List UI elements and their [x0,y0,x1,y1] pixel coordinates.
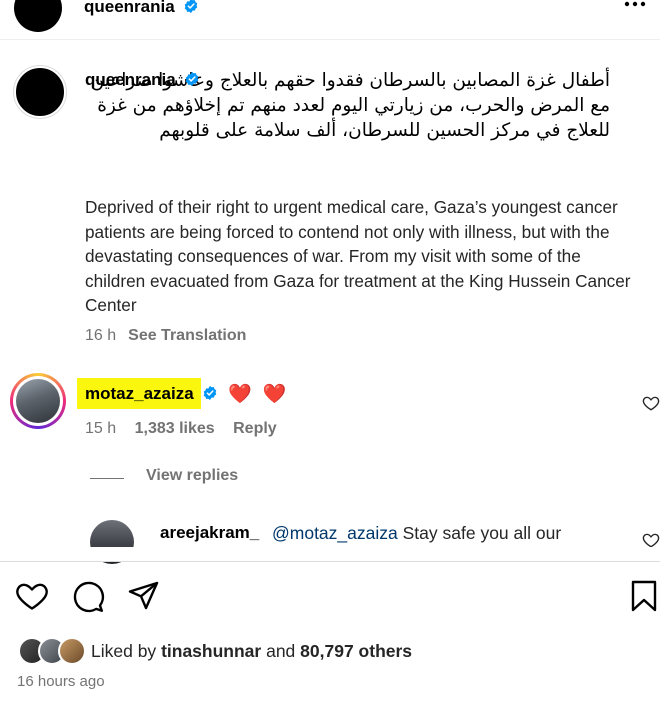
header-avatar[interactable] [14,0,62,32]
post-author-avatar[interactable] [14,66,66,118]
commenter-avatar [13,376,63,426]
post-meta: 16 h See Translation [85,327,246,345]
share-icon[interactable] [127,579,161,613]
verified-badge-icon [204,386,217,400]
comment-icon[interactable] [71,579,105,613]
comment-time: 15 h [85,420,117,437]
replier-username[interactable]: areejakram_ [160,523,259,543]
commenter-avatar-image [16,379,60,423]
header-username[interactable]: queenrania [84,0,175,16]
liked-by-count[interactable]: 80,797 others [300,641,412,661]
liked-by-user[interactable]: tinashunnar [161,641,261,661]
header-username-row[interactable]: queenrania [84,0,199,17]
liker-avatar [58,637,86,665]
see-translation-link[interactable]: See Translation [128,327,246,344]
comment-text: ❤️ ❤️ [228,384,290,405]
commenter-avatar-ring[interactable] [10,373,66,429]
commenter-row[interactable]: motaz_azaiza [85,384,218,404]
verified-badge-icon [186,72,199,86]
view-replies-button[interactable]: View replies [146,467,238,485]
comment-like-heart-icon[interactable] [642,394,660,412]
liked-by-prefix: Liked by [91,641,157,661]
reply-mention[interactable]: @motaz_azaiza [272,523,398,543]
post-timestamp[interactable]: 16 hours ago [17,673,105,690]
reply-text-row: @motaz_azaiza Stay safe you all our [272,523,561,544]
post-author-row[interactable]: queenrania [85,70,200,90]
view-replies-line [90,478,124,479]
liked-by-and: and [266,641,296,661]
commenter-username[interactable]: motaz_azaiza [85,384,194,403]
comment-likes[interactable]: 1,383 likes [135,420,215,437]
post-header: queenrania [0,0,660,40]
likers-avatars[interactable] [18,637,88,667]
post-time: 16 h [85,327,117,344]
more-options-icon[interactable] [620,0,650,14]
reply-text: Stay safe you all our [402,523,562,543]
post-author-username[interactable]: queenrania [85,70,176,89]
verified-badge-icon [185,0,198,13]
comment-meta: 15 h 1,383 likes Reply [85,420,291,438]
liked-by-summary: Liked by tinashunnar and 80,797 others [91,641,412,662]
caption-english: Deprived of their right to urgent medica… [85,197,631,315]
reply-scroll-cutoff [0,547,660,561]
actions-divider [0,561,660,562]
heart-outline-icon[interactable] [15,579,49,613]
reply-button[interactable]: Reply [233,420,277,437]
save-bookmark-icon[interactable] [627,579,660,613]
